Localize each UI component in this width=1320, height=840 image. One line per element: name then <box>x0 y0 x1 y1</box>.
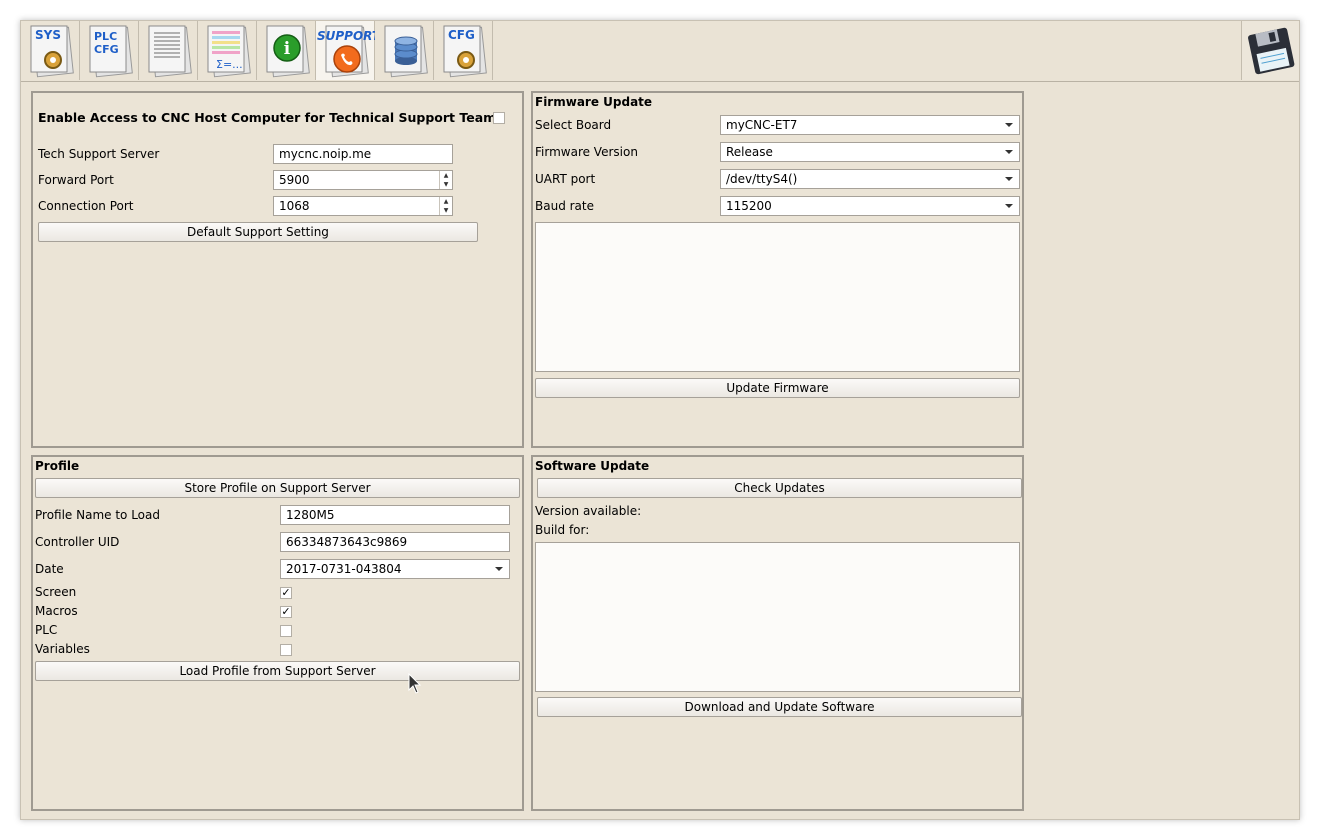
tab-support-label: SUPPORT <box>317 29 375 43</box>
enable-access-checkbox[interactable] <box>493 112 505 124</box>
chevron-down-icon <box>1005 177 1013 181</box>
screen-label: Screen <box>35 585 77 599</box>
macros-checkbox[interactable]: ✓ <box>280 606 292 618</box>
firmware-update-title: Firmware Update <box>535 95 653 109</box>
tab-plc-cfg[interactable]: PLC CFG <box>80 21 139 80</box>
main-window: SYS PLC CFG Σ=... i SUPPORT CFG Enable A… <box>20 20 1300 820</box>
svg-text:CFG: CFG <box>94 43 119 56</box>
plc-checkbox[interactable] <box>280 625 292 637</box>
uart-port-value: /dev/ttyS4() <box>726 172 798 186</box>
connection-port-spinbox[interactable]: 1068 ▲ ▼ <box>273 196 453 216</box>
connection-port-value: 1068 <box>279 199 310 213</box>
tab-variables-label: Σ=... <box>216 58 243 71</box>
variables-checkbox[interactable] <box>280 644 292 656</box>
document-icon: PLC CFG <box>89 25 133 78</box>
version-available-label: Version available: <box>535 504 642 518</box>
software-update-panel: Software Update Check Updates Version av… <box>531 455 1024 811</box>
check-updates-button[interactable]: Check Updates <box>537 478 1022 498</box>
profile-title: Profile <box>35 459 80 473</box>
tab-cfg-label: CFG <box>448 28 475 42</box>
tab-log[interactable] <box>139 21 198 80</box>
controller-uid-label: Controller UID <box>35 535 120 549</box>
screen-checkbox[interactable]: ✓ <box>280 587 292 599</box>
date-dropdown[interactable]: 2017-0731-043804 <box>280 559 510 579</box>
date-value: 2017-0731-043804 <box>286 562 402 576</box>
svg-text:i: i <box>284 39 291 59</box>
tab-cfg[interactable]: CFG <box>434 21 493 80</box>
gear-icon: SYS <box>30 25 74 78</box>
baud-rate-label: Baud rate <box>535 199 594 213</box>
save-button[interactable] <box>1241 21 1299 80</box>
firmware-version-label: Firmware Version <box>535 145 638 159</box>
profile-name-label: Profile Name to Load <box>35 508 160 522</box>
forward-port-label: Forward Port <box>38 173 114 187</box>
floppy-disk-icon <box>1248 27 1295 75</box>
software-log-textarea[interactable] <box>535 542 1020 692</box>
software-update-title: Software Update <box>535 459 650 473</box>
firmware-version-value: Release <box>726 145 773 159</box>
forward-port-spinbox[interactable]: 5900 ▲ ▼ <box>273 170 453 190</box>
profile-name-input[interactable]: 1280M5 <box>280 505 510 525</box>
database-icon <box>384 25 428 78</box>
firmware-version-dropdown[interactable]: Release <box>720 142 1020 162</box>
baud-rate-value: 115200 <box>726 199 772 213</box>
select-board-value: myCNC-ET7 <box>726 118 798 132</box>
tab-sys[interactable]: SYS <box>21 21 80 80</box>
spin-arrows-icon[interactable]: ▲ ▼ <box>439 171 452 189</box>
tab-database[interactable] <box>375 21 434 80</box>
store-profile-button[interactable]: Store Profile on Support Server <box>35 478 520 498</box>
profile-panel: Profile Store Profile on Support Server … <box>31 455 524 811</box>
tech-support-server-label: Tech Support Server <box>38 147 160 161</box>
enable-access-label: Enable Access to CNC Host Computer for T… <box>38 110 497 125</box>
forward-port-value: 5900 <box>279 173 310 187</box>
tech-support-server-input[interactable]: mycnc.noip.me <box>273 144 453 164</box>
gear-icon: CFG <box>443 25 487 78</box>
download-update-software-button[interactable]: Download and Update Software <box>537 697 1022 717</box>
chevron-down-icon <box>495 567 503 571</box>
select-board-dropdown[interactable]: myCNC-ET7 <box>720 115 1020 135</box>
info-icon: i <box>266 25 310 78</box>
support-access-panel: Enable Access to CNC Host Computer for T… <box>31 91 524 448</box>
select-board-label: Select Board <box>535 118 612 132</box>
baud-rate-dropdown[interactable]: 115200 <box>720 196 1020 216</box>
controller-uid-input[interactable]: 66334873643c9869 <box>280 532 510 552</box>
mouse-cursor-icon <box>408 673 422 694</box>
build-for-label: Build for: <box>535 523 590 537</box>
date-label: Date <box>35 562 64 576</box>
tab-info[interactable]: i <box>257 21 316 80</box>
spin-arrows-icon[interactable]: ▲ ▼ <box>439 197 452 215</box>
toolbar: SYS PLC CFG Σ=... i SUPPORT CFG <box>21 21 1299 82</box>
chevron-down-icon <box>1005 123 1013 127</box>
phone-icon: SUPPORT <box>317 25 375 78</box>
tab-sys-label: SYS <box>35 28 61 42</box>
connection-port-label: Connection Port <box>38 199 134 213</box>
tab-variables[interactable]: Σ=... <box>198 21 257 80</box>
chevron-down-icon <box>1005 150 1013 154</box>
update-firmware-button[interactable]: Update Firmware <box>535 378 1020 398</box>
svg-text:PLC: PLC <box>94 30 117 43</box>
tab-support[interactable]: SUPPORT <box>316 21 375 80</box>
chevron-down-icon <box>1005 204 1013 208</box>
macros-label: Macros <box>35 604 78 618</box>
firmware-update-panel: Firmware Update Select Board myCNC-ET7 F… <box>531 91 1024 448</box>
uart-port-dropdown[interactable]: /dev/ttyS4() <box>720 169 1020 189</box>
firmware-log-textarea[interactable] <box>535 222 1020 372</box>
table-document-icon: Σ=... <box>207 25 251 78</box>
uart-port-label: UART port <box>535 172 596 186</box>
load-profile-button[interactable]: Load Profile from Support Server <box>35 661 520 681</box>
plc-label: PLC <box>35 623 58 637</box>
default-support-setting-button[interactable]: Default Support Setting <box>38 222 478 242</box>
variables-label: Variables <box>35 642 90 656</box>
text-document-icon <box>148 25 192 78</box>
